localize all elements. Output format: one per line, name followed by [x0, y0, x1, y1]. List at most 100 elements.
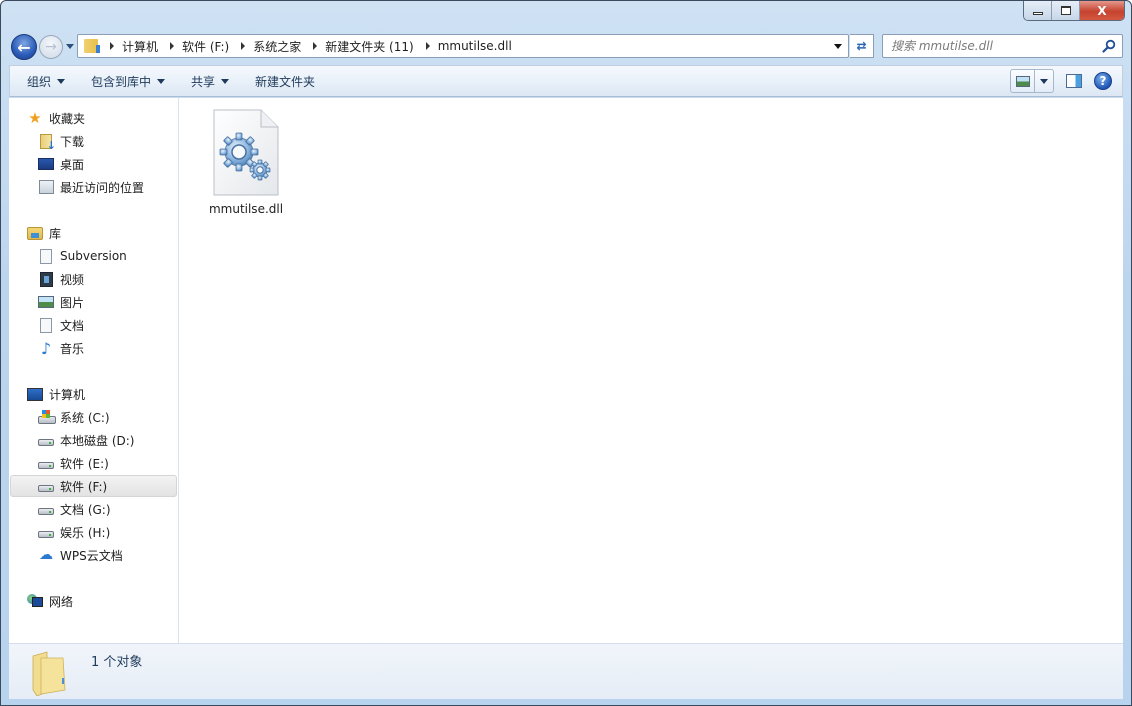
- refresh-icon: ⇄: [856, 39, 867, 53]
- breadcrumb-new-folder-11[interactable]: 新建文件夹 (11): [325, 38, 413, 55]
- preview-pane-icon[interactable]: [1066, 74, 1082, 88]
- change-view-main[interactable]: [1011, 70, 1035, 92]
- sidebar-item-label: 音乐: [60, 341, 85, 356]
- sidebar-item-label: 娱乐 (H:): [60, 525, 111, 540]
- chevron-down-icon: [834, 43, 842, 49]
- recent-pages-dropdown[interactable]: [66, 44, 74, 49]
- back-button[interactable]: ←: [11, 34, 37, 60]
- navigation-pane: ★ 收藏夹 下载 桌面 最近访问的位置 库 Subversion 视频: [9, 98, 179, 643]
- cloud-icon: ☁: [39, 547, 53, 563]
- sidebar-item-documents[interactable]: 文档: [38, 314, 84, 336]
- close-icon: X: [1097, 3, 1107, 18]
- sidebar-item-pictures[interactable]: 图片: [38, 291, 84, 313]
- sidebar-item-label: 最近访问的位置: [60, 180, 145, 195]
- sidebar-libraries[interactable]: 库: [27, 222, 61, 244]
- file-list-area[interactable]: mmutilse.dll: [179, 98, 1123, 643]
- breadcrumb-computer[interactable]: 计算机: [122, 38, 158, 55]
- sidebar-item-wps-cloud[interactable]: ☁ WPS云文档: [38, 544, 123, 566]
- explorer-window: X ← → 计算机 软件 (F:) 系统之家 新建文件夹 (11) mmutil…: [0, 0, 1132, 706]
- minimize-button[interactable]: [1024, 1, 1052, 20]
- drive-icon: [38, 507, 54, 515]
- breadcrumb-separator[interactable]: [110, 42, 114, 50]
- sidebar-item-recent-places[interactable]: 最近访问的位置: [38, 176, 144, 198]
- item-count: 1 个对象: [91, 655, 143, 670]
- breadcrumb-drive-f[interactable]: 软件 (F:): [182, 38, 229, 55]
- desktop-icon: [38, 158, 54, 170]
- sidebar-item-downloads[interactable]: 下载: [38, 130, 84, 152]
- sidebar-item-label: WPS云文档: [60, 548, 123, 563]
- caption-buttons: X: [1023, 1, 1125, 21]
- recent-places-icon: [38, 180, 54, 194]
- breadcrumb-separator[interactable]: [170, 42, 175, 50]
- maximize-button[interactable]: [1052, 1, 1080, 20]
- include-in-library-button[interactable]: 包含到库中: [82, 69, 174, 93]
- sidebar-item-drive-h[interactable]: 娱乐 (H:): [38, 521, 110, 543]
- sidebar-item-drive-g[interactable]: 文档 (G:): [38, 498, 111, 520]
- breadcrumb-separator[interactable]: [313, 42, 318, 50]
- drive-icon: [38, 484, 54, 492]
- chevron-down-icon: [57, 78, 66, 84]
- search-input[interactable]: [891, 39, 1091, 53]
- search-box[interactable]: [882, 34, 1123, 58]
- sidebar-computer[interactable]: 计算机: [27, 383, 85, 405]
- sidebar-item-label: 收藏夹: [49, 111, 86, 126]
- star-icon: ★: [28, 109, 42, 127]
- documents-icon: [40, 317, 52, 333]
- chevron-down-icon: [1040, 78, 1048, 84]
- sidebar-item-label: 视频: [60, 272, 85, 287]
- folder-icon: [32, 651, 66, 696]
- minimize-icon: [1032, 12, 1043, 15]
- sidebar-item-drive-e[interactable]: 软件 (E:): [38, 452, 109, 474]
- command-toolbar: 组织 包含到库中 共享 新建文件夹 ?: [9, 65, 1123, 97]
- sidebar-network[interactable]: 网络: [27, 590, 73, 612]
- sidebar-item-videos[interactable]: 视频: [38, 268, 84, 290]
- change-view-button[interactable]: [1010, 69, 1054, 93]
- maximize-icon: [1060, 6, 1071, 15]
- sidebar-item-label: 软件 (E:): [60, 456, 109, 471]
- view-options-dropdown[interactable]: [1035, 70, 1053, 92]
- sidebar-item-label: 系统 (C:): [60, 410, 110, 425]
- sidebar-favorites[interactable]: ★ 收藏夹: [27, 107, 85, 129]
- refresh-button[interactable]: ⇄: [850, 34, 874, 58]
- chevron-down-icon: [157, 78, 166, 84]
- close-button[interactable]: X: [1080, 1, 1124, 20]
- title-bar: X: [1, 1, 1131, 31]
- navigation-bar: ← → 计算机 软件 (F:) 系统之家 新建文件夹 (11) mmutilse…: [1, 31, 1131, 63]
- breadcrumb-separator[interactable]: [425, 42, 430, 50]
- sidebar-item-subversion[interactable]: Subversion: [38, 245, 127, 267]
- sidebar-item-label: 图片: [60, 295, 85, 310]
- sidebar-item-drive-d[interactable]: 本地磁盘 (D:): [38, 429, 134, 451]
- search-icon[interactable]: [1102, 39, 1116, 53]
- organize-label: 组织: [27, 74, 52, 89]
- video-icon: [39, 271, 53, 287]
- share-label: 共享: [191, 74, 216, 89]
- sidebar-item-label: 计算机: [49, 387, 86, 402]
- library-icon: [27, 226, 43, 240]
- new-folder-button[interactable]: 新建文件夹: [246, 69, 324, 93]
- sidebar-item-label: 库: [49, 226, 62, 241]
- document-icon: [40, 248, 52, 264]
- view-icon: [1015, 75, 1030, 87]
- sidebar-item-label: 网络: [49, 594, 74, 609]
- pictures-icon: [38, 296, 54, 308]
- address-bar[interactable]: 计算机 软件 (F:) 系统之家 新建文件夹 (11) mmutilse.dll: [77, 34, 849, 58]
- sidebar-item-drive-f[interactable]: 软件 (F:): [10, 475, 177, 497]
- file-item[interactable]: mmutilse.dll: [201, 108, 291, 216]
- new-folder-label: 新建文件夹: [255, 74, 316, 89]
- address-history-dropdown[interactable]: [828, 35, 848, 57]
- breadcrumb-xitongzhijia[interactable]: 系统之家: [253, 38, 301, 55]
- network-icon: [27, 594, 43, 608]
- help-icon[interactable]: ?: [1094, 72, 1112, 90]
- computer-icon: [27, 387, 43, 401]
- organize-button[interactable]: 组织: [18, 69, 74, 93]
- sidebar-item-music[interactable]: ♪ 音乐: [38, 337, 84, 359]
- sidebar-item-label: 本地磁盘 (D:): [60, 433, 135, 448]
- breadcrumb-separator[interactable]: [241, 42, 246, 50]
- breadcrumb-current-file[interactable]: mmutilse.dll: [438, 39, 512, 53]
- sidebar-item-desktop[interactable]: 桌面: [38, 153, 84, 175]
- sidebar-item-drive-c[interactable]: 系统 (C:): [38, 406, 110, 428]
- forward-button[interactable]: →: [39, 35, 63, 59]
- back-arrow-icon: ←: [17, 37, 31, 57]
- share-button[interactable]: 共享: [182, 69, 238, 93]
- chevron-down-icon: [221, 78, 230, 84]
